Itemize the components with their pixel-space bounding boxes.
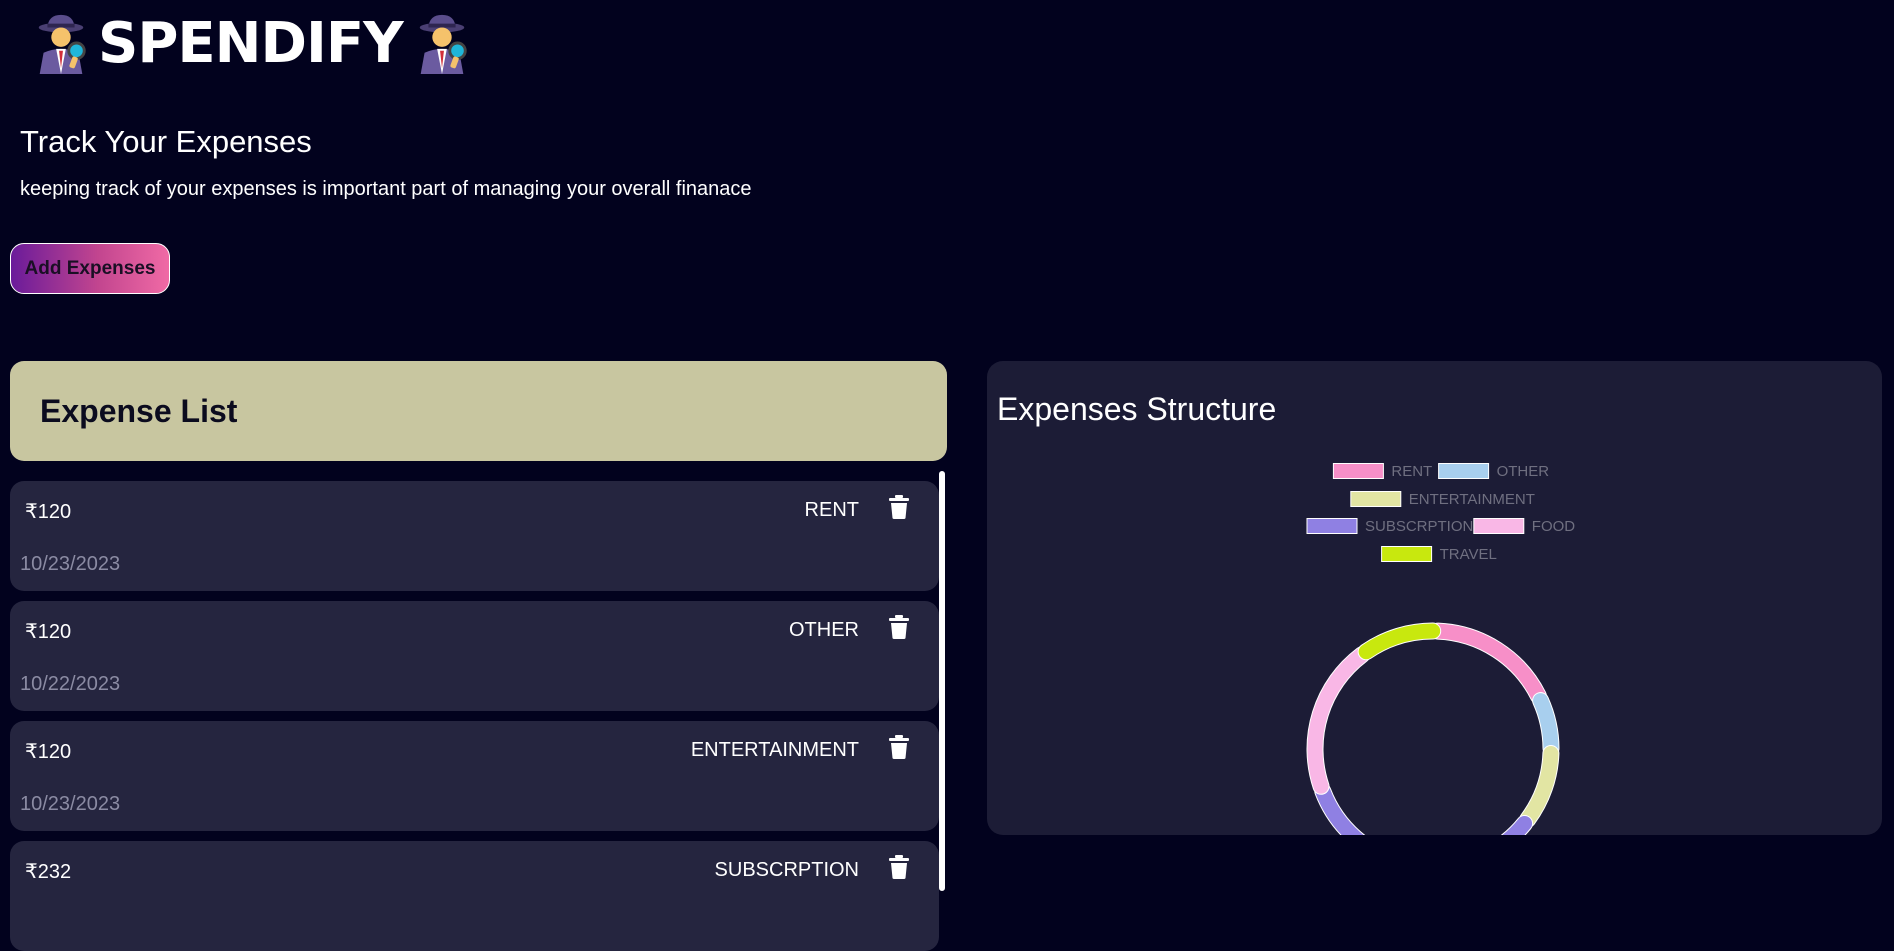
expense-list-title: Expense List — [40, 392, 238, 429]
legend-label: SUBSCRPTION — [1365, 518, 1473, 535]
legend-item-other[interactable]: OTHER — [1438, 463, 1550, 480]
expenses-structure-panel: Expenses Structure RENT OTHER ENTERTAINMEN… — [987, 361, 1882, 835]
expense-item: ₹232 SUBSCRPTION — [10, 841, 939, 951]
donut-slice-food[interactable] — [1306, 646, 1371, 795]
page-title: Track Your Expenses — [20, 124, 312, 159]
expense-date: 10/23/2023 — [20, 793, 121, 815]
expense-category: ENTERTAINMENT — [690, 739, 859, 761]
expense-amount: ₹120 — [25, 741, 72, 763]
detective-icon — [38, 14, 86, 74]
legend-item-subscrption[interactable]: SUBSCRPTION — [1306, 518, 1473, 535]
app-logo: SPENDIFY — [30, 8, 473, 78]
page-subtitle: keeping track of your expenses is import… — [20, 178, 752, 200]
expense-amount: ₹232 — [25, 861, 72, 883]
expense-category: OTHER — [789, 619, 859, 641]
legend-swatch — [1332, 463, 1384, 479]
donut-slice-rent[interactable] — [1429, 622, 1547, 705]
expense-list-header: Expense List — [10, 361, 947, 461]
expense-category: RENT — [804, 499, 859, 521]
donut-slice-subscrption[interactable] — [1314, 782, 1533, 835]
trash-icon[interactable] — [889, 855, 909, 879]
detective-icon — [419, 14, 467, 74]
trash-icon[interactable] — [889, 615, 909, 639]
legend-swatch — [1306, 518, 1358, 534]
brand-name: SPENDIFY — [98, 10, 404, 76]
expense-item: ₹120 RENT 10/23/2023 — [10, 481, 939, 591]
legend-label: ENTERTAINMENT — [1409, 491, 1535, 508]
donut-slice-entertainment[interactable] — [1519, 745, 1560, 828]
legend-swatch — [1473, 518, 1525, 534]
legend-swatch — [1438, 463, 1490, 479]
trash-icon[interactable] — [889, 735, 909, 759]
legend-item-food[interactable]: FOOD — [1473, 518, 1575, 535]
expense-amount: ₹120 — [25, 501, 72, 523]
legend-item-rent[interactable]: RENT — [1332, 463, 1432, 480]
expense-list-panel: Expense List ₹120 RENT 10/23/2023 ₹120 O… — [10, 361, 947, 951]
legend-label: FOOD — [1532, 518, 1575, 535]
legend-label: RENT — [1391, 463, 1432, 480]
trash-icon[interactable] — [889, 495, 909, 519]
expense-item: ₹120 ENTERTAINMENT 10/23/2023 — [10, 721, 939, 831]
expense-date: 10/23/2023 — [20, 553, 121, 575]
legend-label: OTHER — [1497, 463, 1550, 480]
donut-chart: RENT OTHER ENTERTAINMENT SUBSCRPTION FOOD TRA… — [1306, 463, 1575, 835]
donut-slice-travel[interactable] — [1357, 622, 1442, 661]
expense-date: 10/22/2023 — [20, 673, 121, 695]
expense-item: ₹120 OTHER 10/22/2023 — [10, 601, 939, 711]
expense-amount: ₹120 — [25, 621, 72, 643]
add-expenses-button[interactable]: Add Expenses — [10, 243, 170, 294]
legend-item-travel[interactable]: TRAVEL — [1381, 546, 1497, 563]
legend-swatch — [1350, 491, 1402, 507]
expense-list-scrollbar[interactable] — [939, 471, 945, 891]
legend-item-entertainment[interactable]: ENTERTAINMENT — [1350, 491, 1535, 508]
legend-swatch — [1381, 546, 1433, 562]
legend-label: TRAVEL — [1440, 546, 1497, 563]
